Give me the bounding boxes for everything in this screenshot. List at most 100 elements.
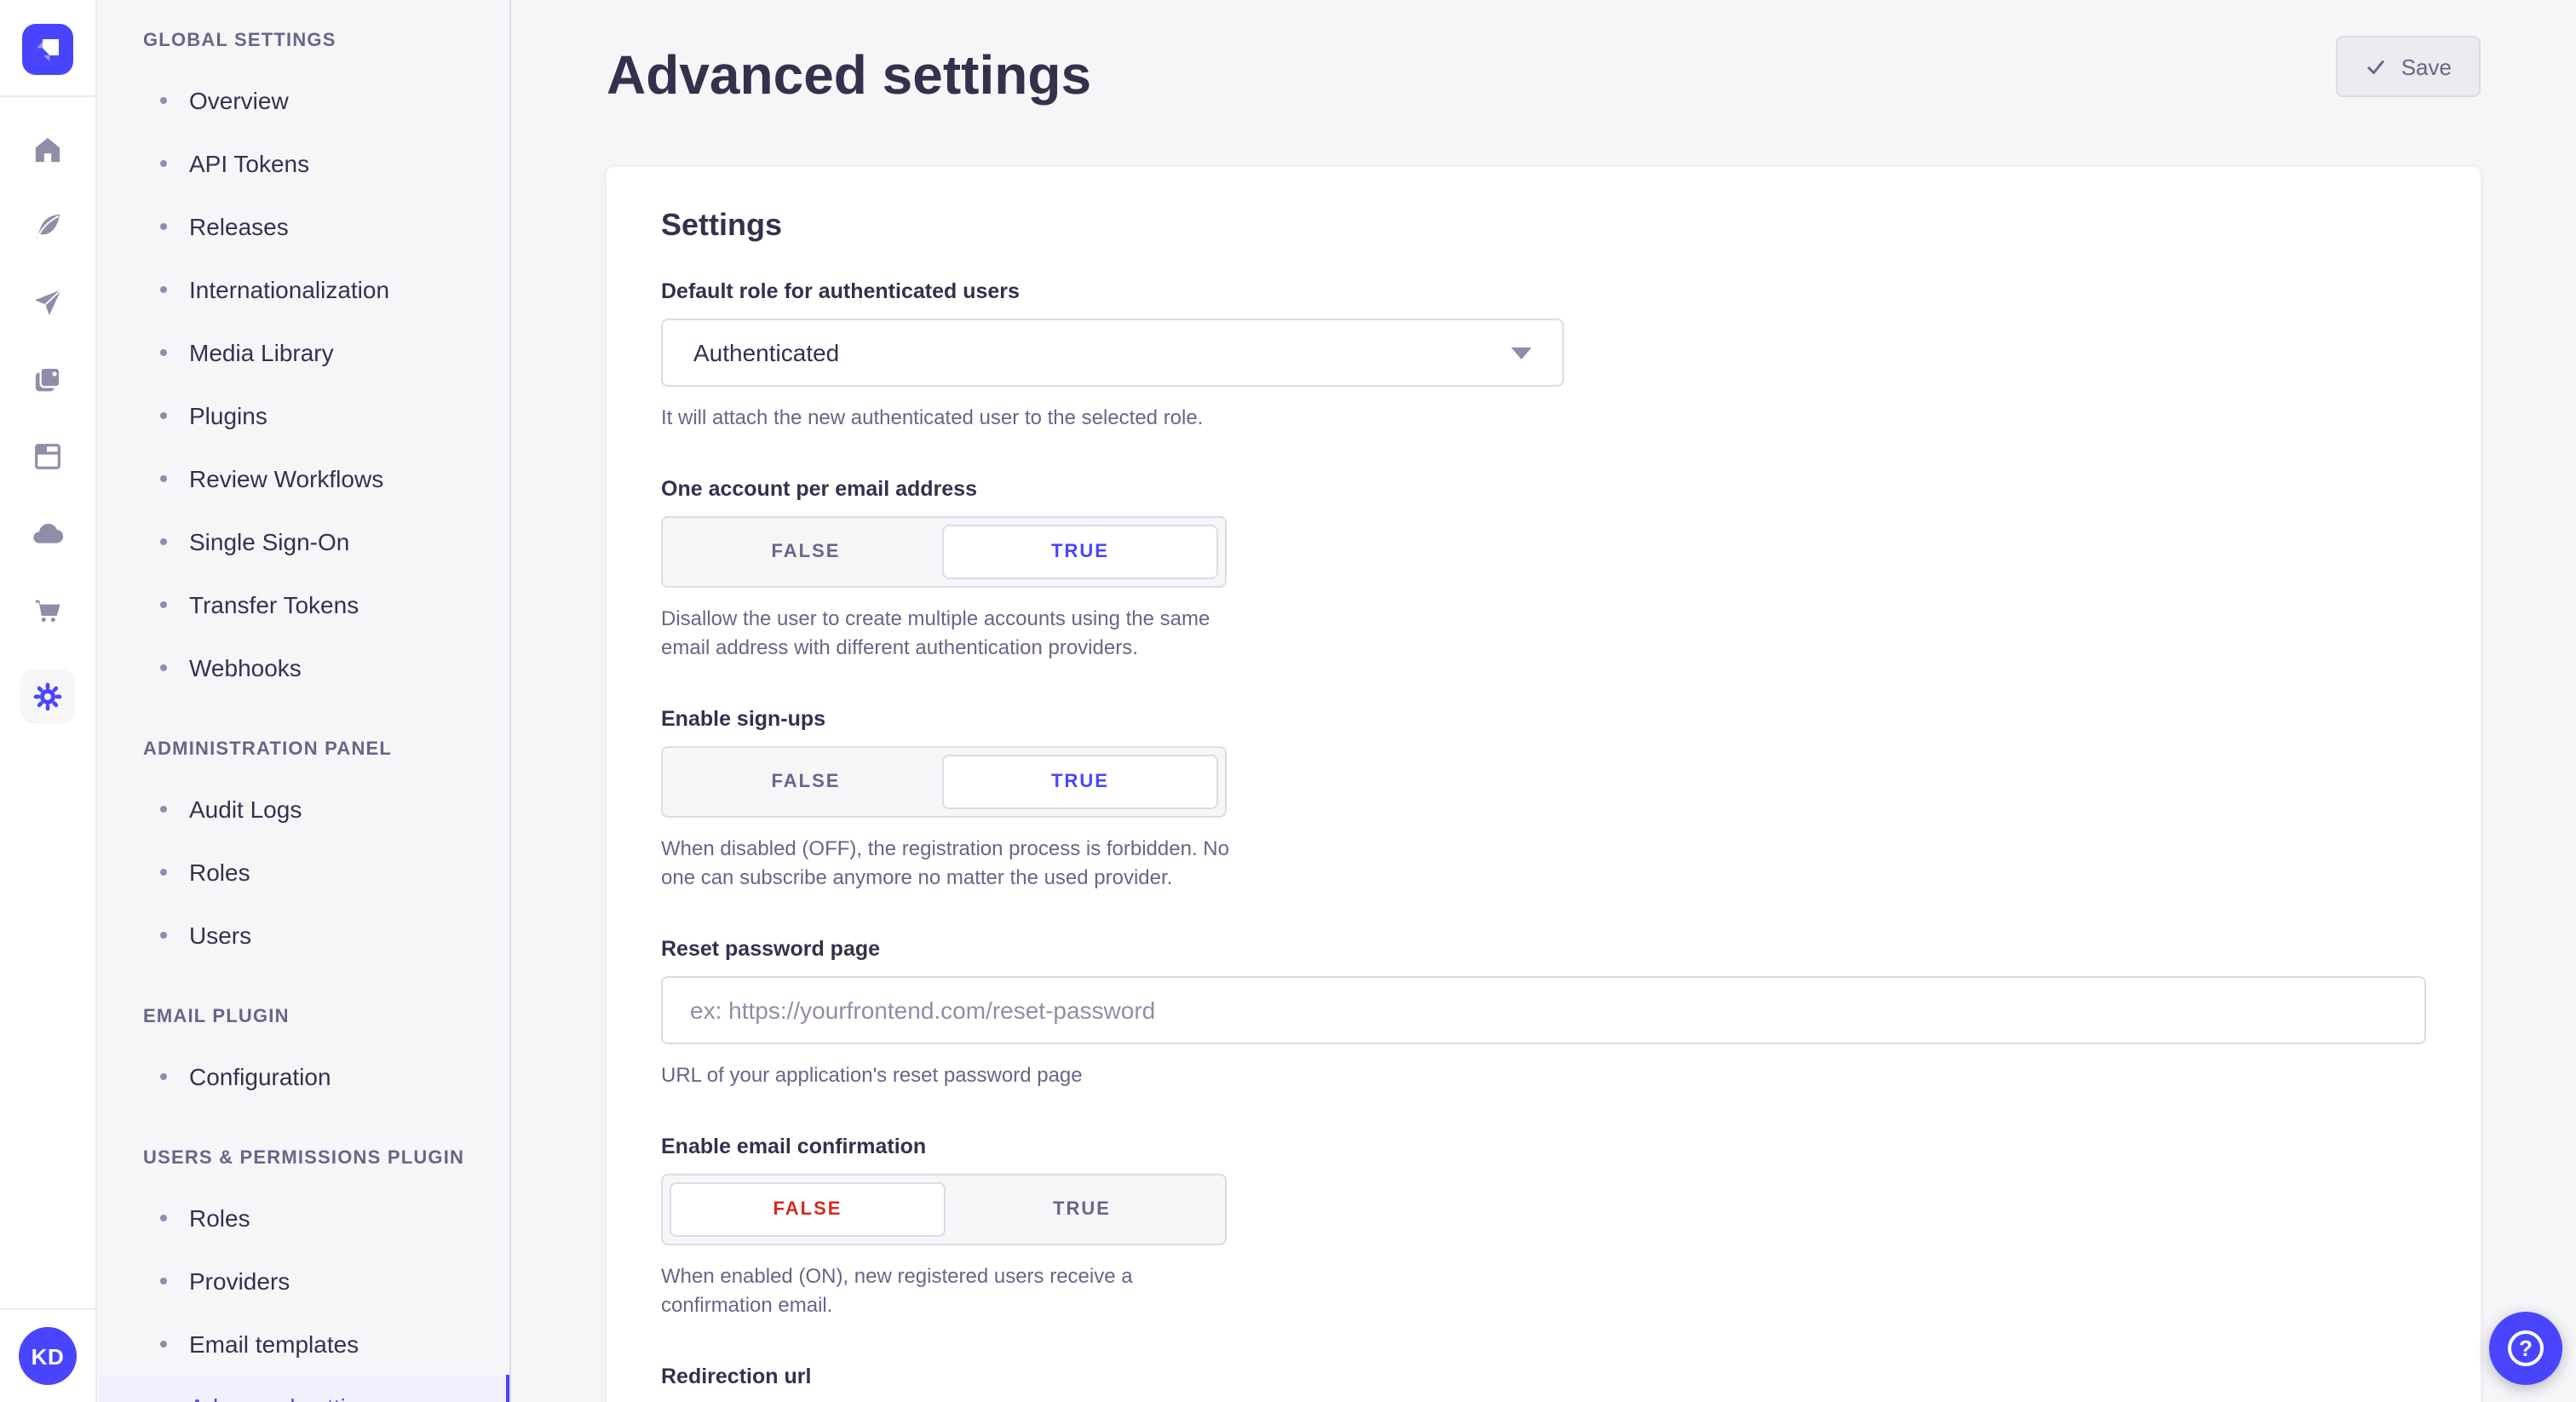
bullet-icon xyxy=(160,1214,167,1221)
strapi-logo-icon xyxy=(22,24,73,75)
sidebar-item-single-sign-on[interactable]: Single Sign-On xyxy=(99,509,509,572)
bullet-icon xyxy=(160,1277,167,1284)
toggle-true-option[interactable]: TRUE xyxy=(942,525,1218,579)
save-button[interactable]: Save xyxy=(2337,36,2481,97)
cart-icon[interactable] xyxy=(31,593,65,627)
home-icon[interactable] xyxy=(31,133,65,167)
sidebar-item-email-templates[interactable]: Email templates xyxy=(99,1312,509,1375)
avatar[interactable]: KD xyxy=(19,1327,77,1385)
subnav-section-label: EMAIL PLUGIN xyxy=(143,1007,469,1027)
bullet-icon xyxy=(160,1340,167,1347)
rail-divider xyxy=(0,95,95,97)
icon-rail: KD xyxy=(0,0,97,1402)
rail-nav xyxy=(20,133,75,724)
rail-bottom: KD xyxy=(0,1308,95,1402)
sidebar-item-email-configuration[interactable]: Configuration xyxy=(99,1044,509,1107)
sidebar-item-review-workflows[interactable]: Review Workflows xyxy=(99,446,509,509)
help-button[interactable]: ? xyxy=(2489,1312,2562,1385)
cloud-icon[interactable] xyxy=(31,516,65,550)
field-enable-email-confirmation: Enable email confirmation FALSE TRUE Whe… xyxy=(661,1135,2426,1320)
bullet-icon xyxy=(160,411,167,418)
check-icon xyxy=(2366,55,2388,78)
toggle-true-option[interactable]: TRUE xyxy=(946,1182,1218,1237)
bullet-icon xyxy=(160,600,167,607)
subnav-section-administration-panel: ADMINISTRATION PANEL Audit Logs Roles Us… xyxy=(99,739,509,966)
field-label: Redirection url xyxy=(661,1365,2426,1388)
rail-divider xyxy=(0,1308,95,1310)
bullet-icon xyxy=(160,931,167,938)
sidebar-item-webhooks[interactable]: Webhooks xyxy=(99,635,509,698)
sidebar-item-advanced-settings[interactable]: Advanced settings xyxy=(99,1375,509,1402)
default-role-select[interactable]: Authenticated xyxy=(661,319,1564,387)
card-heading: Settings xyxy=(661,208,2426,244)
sign-ups-toggle: FALSE TRUE xyxy=(661,746,1227,818)
field-label: Enable sign-ups xyxy=(661,707,2426,731)
sidebar-item-audit-logs[interactable]: Audit Logs xyxy=(99,777,509,840)
sidebar-item-providers[interactable]: Providers xyxy=(99,1249,509,1312)
chevron-down-icon xyxy=(1511,347,1532,359)
field-label: Default role for authenticated users xyxy=(661,279,2426,303)
subnav-section-users-permissions-plugin: USERS & PERMISSIONS PLUGIN Roles Provide… xyxy=(99,1148,509,1402)
field-default-role: Default role for authenticated users Aut… xyxy=(661,279,2426,433)
sidebar-item-overview[interactable]: Overview xyxy=(99,68,509,131)
bullet-icon xyxy=(160,96,167,103)
toggle-false-option[interactable]: FALSE xyxy=(670,755,942,809)
field-label: One account per email address xyxy=(661,477,2426,501)
one-account-toggle: FALSE TRUE xyxy=(661,516,1227,588)
sidebar-item-media-library[interactable]: Media Library xyxy=(99,320,509,383)
subnav-section-global-settings: GLOBAL SETTINGS Overview API Tokens Rele… xyxy=(99,31,509,698)
toggle-false-option[interactable]: FALSE xyxy=(670,1182,946,1237)
bullet-icon xyxy=(160,537,167,544)
sidebar-item-admin-roles[interactable]: Roles xyxy=(99,840,509,903)
email-confirmation-toggle: FALSE TRUE xyxy=(661,1174,1227,1245)
save-button-label: Save xyxy=(2401,54,2452,79)
subnav-section-email-plugin: EMAIL PLUGIN Configuration xyxy=(99,1007,509,1107)
field-one-account-per-email: One account per email address FALSE TRUE… xyxy=(661,477,2426,663)
settings-card: Settings Default role for authenticated … xyxy=(607,167,2481,1402)
bullet-icon xyxy=(160,1072,167,1079)
layout-icon[interactable] xyxy=(31,440,65,474)
reset-password-input[interactable] xyxy=(661,976,2426,1044)
sidebar-item-plugins[interactable]: Plugins xyxy=(99,383,509,446)
subnav-section-label: GLOBAL SETTINGS xyxy=(143,31,469,51)
field-hint: When enabled (ON), new registered users … xyxy=(661,1262,1235,1320)
field-enable-sign-ups: Enable sign-ups FALSE TRUE When disabled… xyxy=(661,707,2426,893)
toggle-false-option[interactable]: FALSE xyxy=(670,525,942,579)
main-content: Advanced settings Save Settings Default … xyxy=(511,0,2576,1402)
field-reset-password-page: Reset password page URL of your applicat… xyxy=(661,937,2426,1090)
paper-plane-icon[interactable] xyxy=(31,286,65,320)
page-header: Advanced settings Save xyxy=(511,0,2576,109)
settings-gear-button[interactable] xyxy=(20,669,75,724)
sidebar-item-up-roles[interactable]: Roles xyxy=(99,1186,509,1249)
sidebar-item-internationalization[interactable]: Internationalization xyxy=(99,257,509,320)
sidebar-item-api-tokens[interactable]: API Tokens xyxy=(99,131,509,194)
settings-gear-icon xyxy=(31,680,65,714)
bullet-icon xyxy=(160,805,167,812)
sidebar-item-releases[interactable]: Releases xyxy=(99,194,509,257)
field-hint: URL of your application's reset password… xyxy=(661,1061,2426,1090)
field-hint: Disallow the user to create multiple acc… xyxy=(661,605,1235,663)
sidebar-item-admin-users[interactable]: Users xyxy=(99,903,509,966)
bullet-icon xyxy=(160,159,167,166)
field-hint: It will attach the new authenticated use… xyxy=(661,404,2426,433)
page-title: Advanced settings xyxy=(607,41,2481,109)
toggle-true-option[interactable]: TRUE xyxy=(942,755,1218,809)
feather-icon[interactable] xyxy=(31,210,65,244)
help-icon: ? xyxy=(2508,1330,2544,1366)
field-hint: When disabled (OFF), the registration pr… xyxy=(661,835,1235,893)
field-label: Reset password page xyxy=(661,937,2426,961)
field-redirection-url: Redirection url xyxy=(661,1365,2426,1402)
bullet-icon xyxy=(160,474,167,481)
sidebar-item-transfer-tokens[interactable]: Transfer Tokens xyxy=(99,572,509,635)
media-library-icon[interactable] xyxy=(31,363,65,397)
strapi-logo[interactable] xyxy=(22,24,73,75)
bullet-icon xyxy=(160,222,167,229)
bullet-icon xyxy=(160,868,167,875)
select-value: Authenticated xyxy=(693,339,839,366)
field-label: Enable email confirmation xyxy=(661,1135,2426,1158)
settings-subnav: GLOBAL SETTINGS Overview API Tokens Rele… xyxy=(99,0,511,1402)
subnav-section-label: USERS & PERMISSIONS PLUGIN xyxy=(143,1148,469,1169)
bullet-icon xyxy=(160,285,167,292)
bullet-icon xyxy=(160,664,167,670)
strapi-admin-window: KD GLOBAL SETTINGS Overview API Tokens R… xyxy=(0,0,2576,1402)
